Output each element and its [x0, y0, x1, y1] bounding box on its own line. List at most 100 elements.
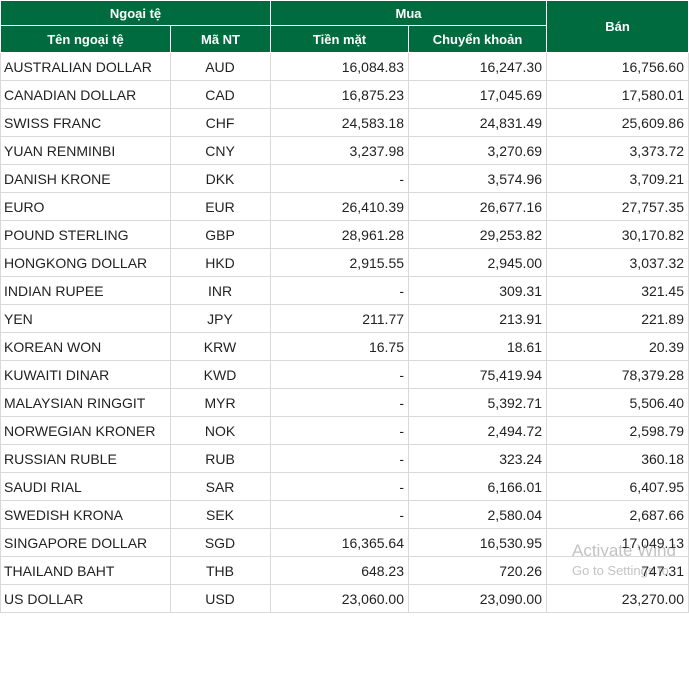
sell-rate-cell: 17,580.01	[546, 80, 689, 109]
currency-name-cell: SINGAPORE DOLLAR	[0, 528, 171, 557]
table-row: YEN JPY 211.77 213.91 221.89	[0, 304, 689, 333]
cash-rate-cell: 26,410.39	[270, 192, 410, 221]
transfer-rate-cell: 213.91	[408, 304, 548, 333]
sell-rate-cell: 23,270.00	[546, 584, 689, 613]
cash-rate-cell: -	[270, 276, 410, 305]
cash-rate-cell: -	[270, 388, 410, 417]
cash-rate-cell: 16,084.83	[270, 52, 410, 81]
cash-rate-cell: 2,915.55	[270, 248, 410, 277]
table-row: EURO EUR 26,410.39 26,677.16 27,757.35	[0, 192, 689, 221]
header-buy-group: Mua	[270, 0, 548, 26]
currency-name-cell: KOREAN WON	[0, 332, 171, 361]
cash-rate-cell: 211.77	[270, 304, 410, 333]
sell-rate-cell: 5,506.40	[546, 388, 689, 417]
table-row: KOREAN WON KRW 16.75 18.61 20.39	[0, 332, 689, 361]
currency-code-cell: MYR	[169, 388, 272, 417]
transfer-rate-cell: 2,580.04	[408, 500, 548, 529]
table-row: SWISS FRANC CHF 24,583.18 24,831.49 25,609.8…	[0, 108, 689, 137]
sell-rate-cell: 27,757.35	[546, 192, 689, 221]
currency-code-cell: RUB	[169, 444, 272, 473]
currency-code-cell: DKK	[169, 164, 272, 193]
currency-name-cell: POUND STERLING	[0, 220, 171, 249]
transfer-rate-cell: 24,831.49	[408, 108, 548, 137]
currency-name-cell: NORWEGIAN KRONER	[0, 416, 171, 445]
cash-rate-cell: 648.23	[270, 556, 410, 585]
currency-name-cell: SAUDI RIAL	[0, 472, 171, 501]
transfer-rate-cell: 6,166.01	[408, 472, 548, 501]
table-body: AUSTRALIAN DOLLAR AUD 16,084.83 16,247.30 16…	[0, 52, 689, 613]
table-row: SINGAPORE DOLLAR SGD 16,365.64 16,530.95 17,…	[0, 528, 689, 557]
currency-code-cell: EUR	[169, 192, 272, 221]
currency-code-cell: KRW	[169, 332, 272, 361]
cash-rate-cell: 28,961.28	[270, 220, 410, 249]
transfer-rate-cell: 323.24	[408, 444, 548, 473]
currency-name-cell: INDIAN RUPEE	[0, 276, 171, 305]
table-row: DANISH KRONE DKK -3,574.96 3,709.21	[0, 164, 689, 193]
currency-name-cell: HONGKONG DOLLAR	[0, 248, 171, 277]
currency-code-cell: GBP	[169, 220, 272, 249]
cash-rate-cell: 23,060.00	[270, 584, 410, 613]
transfer-rate-cell: 29,253.82	[408, 220, 548, 249]
currency-code-cell: CNY	[169, 136, 272, 165]
header-sell: Bán	[546, 0, 689, 53]
sell-rate-cell: 360.18	[546, 444, 689, 473]
cash-rate-cell: 24,583.18	[270, 108, 410, 137]
sell-rate-cell: 3,373.72	[546, 136, 689, 165]
currency-name-cell: SWEDISH KRONA	[0, 500, 171, 529]
header-cash: Tiền mặt	[270, 25, 410, 53]
cash-rate-cell: -	[270, 472, 410, 501]
sell-rate-cell: 78,379.28	[546, 360, 689, 389]
transfer-rate-cell: 3,270.69	[408, 136, 548, 165]
currency-code-cell: AUD	[169, 52, 272, 81]
cash-rate-cell: -	[270, 500, 410, 529]
transfer-rate-cell: 75,419.94	[408, 360, 548, 389]
currency-name-cell: SWISS FRANC	[0, 108, 171, 137]
cash-rate-cell: -	[270, 360, 410, 389]
table-row: POUND STERLING GBP 28,961.28 29,253.82 30,17…	[0, 220, 689, 249]
transfer-rate-cell: 2,945.00	[408, 248, 548, 277]
table-header: Ngoại tệ Mua Bán Tên ngoại tệ Mã NT Tiền…	[0, 0, 689, 53]
currency-name-cell: KUWAITI DINAR	[0, 360, 171, 389]
currency-name-cell: DANISH KRONE	[0, 164, 171, 193]
transfer-rate-cell: 3,574.96	[408, 164, 548, 193]
cash-rate-cell: 3,237.98	[270, 136, 410, 165]
table-row: THAILAND BAHT THB 648.23 720.26 747.31	[0, 556, 689, 585]
transfer-rate-cell: 26,677.16	[408, 192, 548, 221]
table-row: AUSTRALIAN DOLLAR AUD 16,084.83 16,247.30 16…	[0, 52, 689, 81]
transfer-rate-cell: 16,530.95	[408, 528, 548, 557]
currency-code-cell: SEK	[169, 500, 272, 529]
transfer-rate-cell: 17,045.69	[408, 80, 548, 109]
exchange-rate-table: Ngoại tệ Mua Bán Tên ngoại tệ Mã NT Tiền…	[0, 0, 689, 613]
currency-name-cell: YUAN RENMINBI	[0, 136, 171, 165]
currency-name-cell: EURO	[0, 192, 171, 221]
sell-rate-cell: 20.39	[546, 332, 689, 361]
transfer-rate-cell: 23,090.00	[408, 584, 548, 613]
transfer-rate-cell: 16,247.30	[408, 52, 548, 81]
cash-rate-cell: -	[270, 164, 410, 193]
sell-rate-cell: 6,407.95	[546, 472, 689, 501]
table-row: US DOLLAR USD 23,060.00 23,090.00 23,270.00	[0, 584, 689, 613]
currency-name-cell: CANADIAN DOLLAR	[0, 80, 171, 109]
transfer-rate-cell: 720.26	[408, 556, 548, 585]
table-row: NORWEGIAN KRONER NOK -2,494.72 2,598.79	[0, 416, 689, 445]
currency-code-cell: USD	[169, 584, 272, 613]
cash-rate-cell: 16,875.23	[270, 80, 410, 109]
table-row: HONGKONG DOLLAR HKD 2,915.55 2,945.00 3,037.…	[0, 248, 689, 277]
table-row: KUWAITI DINAR KWD -75,419.94 78,379.28	[0, 360, 689, 389]
currency-code-cell: HKD	[169, 248, 272, 277]
header-row-group: Ngoại tệ Mua Bán	[0, 0, 689, 53]
transfer-rate-cell: 309.31	[408, 276, 548, 305]
currency-code-cell: INR	[169, 276, 272, 305]
sell-rate-cell: 747.31	[546, 556, 689, 585]
cash-rate-cell: 16.75	[270, 332, 410, 361]
table-row: MALAYSIAN RINGGIT MYR -5,392.71 5,506.40	[0, 388, 689, 417]
sell-rate-cell: 16,756.60	[546, 52, 689, 81]
sell-rate-cell: 2,598.79	[546, 416, 689, 445]
table-row: CANADIAN DOLLAR CAD 16,875.23 17,045.69 17,5…	[0, 80, 689, 109]
cash-rate-cell: -	[270, 444, 410, 473]
cash-rate-cell: 16,365.64	[270, 528, 410, 557]
sell-rate-cell: 3,709.21	[546, 164, 689, 193]
header-currency-name: Tên ngoại tệ	[0, 25, 171, 53]
currency-code-cell: SAR	[169, 472, 272, 501]
transfer-rate-cell: 2,494.72	[408, 416, 548, 445]
